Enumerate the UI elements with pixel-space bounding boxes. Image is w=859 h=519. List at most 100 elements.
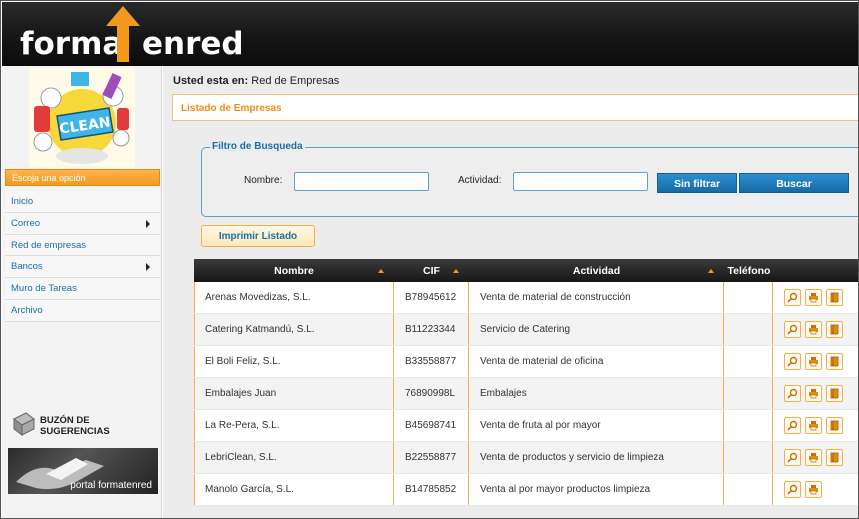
sidebar-item-label: Archivo bbox=[11, 304, 43, 316]
cell-cif: B78945612 bbox=[405, 292, 457, 303]
column-header-telefono[interactable]: Teléfono bbox=[724, 259, 774, 282]
clean-mascot-image: CLEAN bbox=[29, 68, 135, 168]
cell-nombre: El Boli Feliz, S.L. bbox=[205, 356, 281, 367]
table-row: Embalajes Juan 76890998L Embalajes bbox=[194, 378, 858, 410]
chevron-right-icon bbox=[146, 263, 150, 272]
sort-arrow-icon[interactable] bbox=[708, 269, 714, 273]
cell-actividad: Venta al por mayor productos limpieza bbox=[480, 484, 651, 495]
sidebar-item-archivo[interactable]: Archivo bbox=[5, 299, 160, 322]
breadcrumb-prefix: Usted esta en: bbox=[173, 75, 249, 87]
header-bar: forma enred bbox=[2, 2, 858, 66]
sidebar-item-inicio[interactable]: Inicio bbox=[5, 191, 160, 213]
printer-icon[interactable] bbox=[805, 385, 822, 402]
book-icon[interactable] bbox=[826, 321, 843, 338]
cell-cif: B33558877 bbox=[405, 356, 457, 367]
printer-icon[interactable] bbox=[805, 417, 822, 434]
printer-icon[interactable] bbox=[805, 449, 822, 466]
cell-telefono bbox=[724, 314, 772, 346]
cell-actividad: Venta de productos y servicio de limpiez… bbox=[480, 452, 664, 463]
cell-telefono bbox=[724, 442, 772, 474]
breadcrumb-location: Red de Empresas bbox=[251, 75, 340, 87]
logo-text-enred: enred bbox=[142, 26, 244, 62]
printer-icon[interactable] bbox=[805, 481, 822, 498]
choose-option-header: Escoja una opción bbox=[5, 169, 160, 186]
table-row: El Boli Feliz, S.L. B33558877 Venta de m… bbox=[194, 346, 858, 378]
suggestions-box-link[interactable]: BUZÓN DE SUGERENCIAS bbox=[12, 411, 152, 441]
activity-input[interactable] bbox=[513, 172, 648, 191]
column-header-actividad[interactable]: Actividad bbox=[469, 259, 724, 282]
magnifier-icon[interactable] bbox=[784, 417, 801, 434]
magnifier-icon[interactable] bbox=[784, 449, 801, 466]
cell-nombre: Manolo García, S.L. bbox=[205, 484, 294, 495]
cell-cif: B45698741 bbox=[405, 420, 457, 431]
magnifier-icon[interactable] bbox=[784, 289, 801, 306]
sidebar-item-correo[interactable]: Correo bbox=[5, 212, 160, 235]
name-label: Nombre: bbox=[244, 175, 283, 186]
magnifier-icon[interactable] bbox=[784, 481, 801, 498]
magnifier-icon[interactable] bbox=[784, 321, 801, 338]
suggestions-line1: BUZÓN DE bbox=[40, 415, 90, 426]
sidebar-item-bancos[interactable]: Bancos bbox=[5, 256, 160, 279]
print-list-button[interactable]: Imprimir Listado bbox=[201, 225, 315, 247]
main-content: Usted esta en: Red de Empresas Listado d… bbox=[163, 66, 858, 518]
table-header: Nombre CIF Actividad Teléfono bbox=[194, 259, 858, 282]
cell-nombre: Embalajes Juan bbox=[205, 388, 277, 399]
cell-nombre: LebriClean, S.L. bbox=[205, 452, 277, 463]
panel-title: Listado de Empresas bbox=[172, 94, 858, 121]
cell-telefono bbox=[724, 410, 772, 442]
logo-arrow-icon bbox=[106, 6, 140, 62]
mailbox-icon bbox=[13, 412, 35, 436]
table-row: Catering Katmandú, S.L. B11223344 Servic… bbox=[194, 314, 858, 346]
table-row: Arenas Movedizas, S.L. B78945612 Venta d… bbox=[194, 282, 858, 314]
breadcrumb: Usted esta en: Red de Empresas bbox=[173, 75, 339, 87]
printer-icon[interactable] bbox=[805, 289, 822, 306]
table-body: Arenas Movedizas, S.L. B78945612 Venta d… bbox=[194, 282, 858, 506]
cell-cif: B22558877 bbox=[405, 452, 457, 463]
sort-arrow-icon[interactable] bbox=[453, 269, 459, 273]
cell-cif: B11223344 bbox=[405, 324, 456, 335]
cell-actividad: Embalajes bbox=[480, 388, 527, 399]
companies-table: Nombre CIF Actividad Teléfono Arenas Mov… bbox=[194, 259, 858, 506]
portal-label: portal formatenred bbox=[70, 480, 152, 491]
book-icon[interactable] bbox=[826, 385, 843, 402]
cell-actividad: Venta de material de construcción bbox=[480, 292, 631, 303]
cell-telefono bbox=[724, 474, 772, 506]
activity-label: Actividad: bbox=[458, 175, 502, 186]
book-icon[interactable] bbox=[826, 449, 843, 466]
book-icon[interactable] bbox=[826, 417, 843, 434]
name-input[interactable] bbox=[294, 172, 429, 191]
cell-telefono bbox=[724, 282, 772, 314]
sidebar-item-label: Inicio bbox=[11, 196, 34, 207]
chevron-right-icon bbox=[146, 219, 150, 228]
sort-arrow-icon[interactable] bbox=[378, 269, 384, 273]
sidebar: CLEAN Escoja una opción Inicio Correo Re… bbox=[2, 66, 162, 518]
search-button[interactable]: Buscar bbox=[739, 173, 849, 193]
column-header-nombre[interactable]: Nombre bbox=[194, 259, 394, 282]
cell-nombre: La Re-Pera, S.L. bbox=[205, 420, 280, 431]
sidebar-item-muro-de-tareas[interactable]: Muro de Tareas bbox=[5, 278, 160, 300]
cell-nombre: Catering Katmandú, S.L. bbox=[205, 324, 315, 335]
cell-telefono bbox=[724, 378, 772, 410]
sidebar-item-label: Bancos bbox=[11, 261, 43, 273]
cell-actividad: Venta de material de oficina bbox=[480, 356, 604, 367]
book-icon[interactable] bbox=[826, 289, 843, 306]
book-icon[interactable] bbox=[826, 353, 843, 370]
printer-icon[interactable] bbox=[805, 353, 822, 370]
filter-legend: Filtro de Busqueda bbox=[210, 141, 305, 152]
sidebar-item-label: Red de empresas bbox=[11, 239, 86, 251]
search-filter-box: Filtro de Busqueda Nombre: Actividad: Si… bbox=[201, 141, 858, 217]
cell-actividad: Servicio de Catering bbox=[480, 324, 571, 335]
magnifier-icon[interactable] bbox=[784, 385, 801, 402]
cell-cif: B14785852 bbox=[405, 484, 457, 495]
sidebar-menu: Inicio Correo Red de empresas Bancos Mur… bbox=[5, 191, 160, 322]
table-row: Manolo García, S.L. B14785852 Venta al p… bbox=[194, 474, 858, 506]
no-filter-button[interactable]: Sin filtrar bbox=[657, 173, 737, 193]
app-window: forma enred CLEAN Escoja una opción Inic… bbox=[0, 0, 859, 519]
sidebar-item-red-de-empresas[interactable]: Red de empresas bbox=[5, 234, 160, 257]
cell-cif: 76890998L bbox=[405, 388, 456, 399]
sidebar-item-label: Muro de Tareas bbox=[11, 283, 77, 295]
portal-banner-link[interactable]: portal formatenred bbox=[8, 448, 158, 494]
cell-nombre: Arenas Movedizas, S.L. bbox=[205, 292, 311, 303]
magnifier-icon[interactable] bbox=[784, 353, 801, 370]
printer-icon[interactable] bbox=[805, 321, 822, 338]
